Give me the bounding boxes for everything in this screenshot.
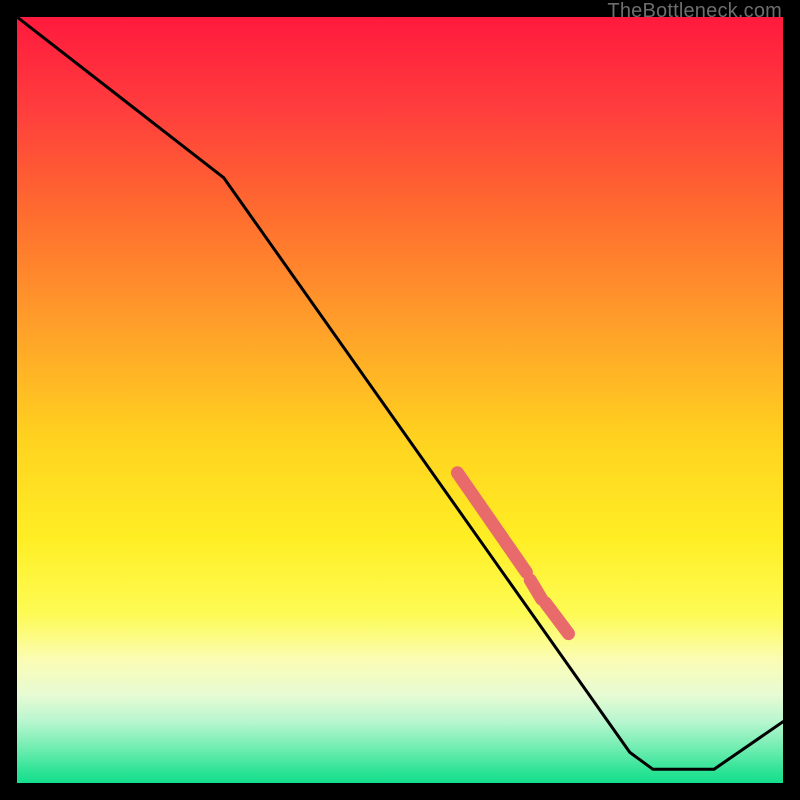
main-curve xyxy=(17,17,783,769)
line-overlay xyxy=(17,17,783,783)
highlight-segment xyxy=(530,580,541,599)
watermark-text: TheBottleneck.com xyxy=(607,0,782,23)
plot-area xyxy=(15,15,785,785)
chart-frame: TheBottleneck.com xyxy=(0,0,800,800)
highlight-segments xyxy=(457,473,568,634)
highlight-segment xyxy=(546,603,569,634)
